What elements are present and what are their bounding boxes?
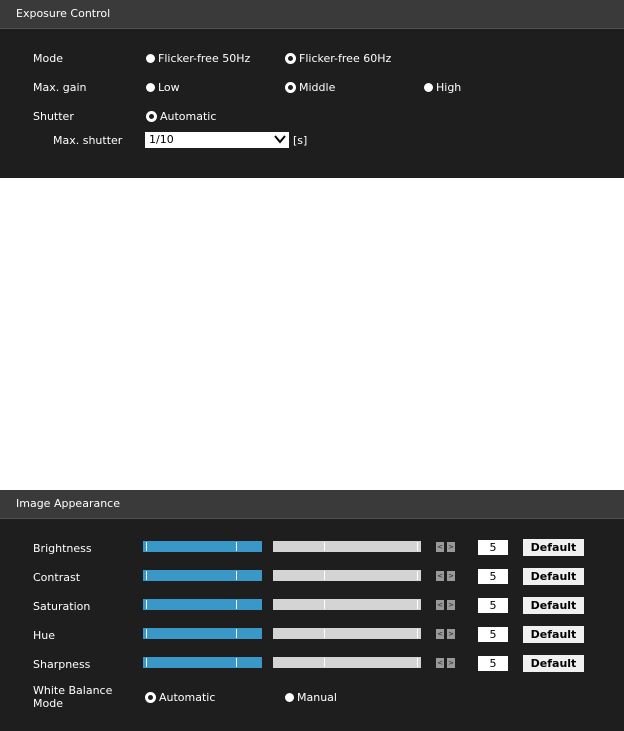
slider-handle[interactable]	[236, 542, 237, 551]
slider-tick	[324, 658, 325, 667]
max-shutter-value: 1/10	[149, 133, 174, 146]
mode-50hz-radio[interactable]: Flicker-free 50Hz	[146, 52, 250, 65]
white-balance-label-line2: Mode	[33, 697, 63, 710]
radio-icon	[146, 83, 155, 92]
brightness-value-field[interactable]: 5	[478, 540, 508, 555]
shutter-label: Shutter	[33, 110, 74, 123]
slider-tick	[324, 542, 325, 551]
exposure-control-panel: Exposure Control Mode Flicker-free 50Hz …	[0, 0, 624, 178]
sharpness-default-button[interactable]: Default	[523, 655, 584, 672]
slider-tick	[417, 600, 418, 609]
sharpness-value-field[interactable]: 5	[478, 656, 508, 671]
white-balance-automatic-label: Automatic	[159, 691, 216, 704]
hue-default-button[interactable]: Default	[523, 626, 584, 643]
max-shutter-unit: [s]	[293, 134, 308, 147]
max-shutter-label: Max. shutter	[53, 134, 123, 147]
sharpness-slider-track[interactable]	[273, 657, 421, 668]
slider-tick	[417, 629, 418, 638]
sharpness-slider-fill[interactable]	[143, 657, 262, 668]
mode-60hz-label: Flicker-free 60Hz	[299, 52, 392, 65]
contrast-label: Contrast	[33, 571, 81, 584]
brightness-slider-fill[interactable]	[143, 541, 262, 552]
chevron-down-icon	[274, 132, 286, 149]
slider-tick	[417, 571, 418, 580]
exposure-control-title: Exposure Control	[16, 7, 111, 20]
sharpness-decrement-button[interactable]: <	[436, 658, 444, 668]
hue-label: Hue	[33, 629, 56, 642]
contrast-value-field[interactable]: 5	[478, 569, 508, 584]
slider-tick	[324, 600, 325, 609]
shutter-automatic-radio[interactable]: Automatic	[146, 110, 216, 123]
sharpness-label: Sharpness	[33, 658, 91, 671]
radio-selected-icon	[145, 692, 156, 703]
slider-handle[interactable]	[236, 629, 237, 638]
saturation-default-button[interactable]: Default	[523, 597, 584, 614]
slider-handle[interactable]	[236, 571, 237, 580]
white-balance-label-line1: White Balance	[33, 684, 113, 697]
saturation-decrement-button[interactable]: <	[436, 600, 444, 610]
contrast-decrement-button[interactable]: <	[436, 571, 444, 581]
hue-value-field[interactable]: 5	[478, 627, 508, 642]
slider-tick	[146, 571, 147, 580]
radio-selected-icon	[146, 111, 157, 122]
image-appearance-panel: Image Appearance Brightness < > 5 Defaul…	[0, 490, 624, 731]
mode-60hz-radio[interactable]: Flicker-free 60Hz	[285, 52, 391, 65]
saturation-slider-fill[interactable]	[143, 599, 262, 610]
hue-increment-button[interactable]: >	[447, 629, 455, 639]
gain-middle-label: Middle	[299, 81, 336, 94]
saturation-value-field[interactable]: 5	[478, 598, 508, 613]
slider-handle[interactable]	[236, 600, 237, 609]
white-balance-manual-label: Manual	[297, 691, 337, 704]
contrast-slider-fill[interactable]	[143, 570, 262, 581]
image-appearance-title: Image Appearance	[16, 497, 120, 510]
slider-tick	[146, 542, 147, 551]
contrast-default-button[interactable]: Default	[523, 568, 584, 585]
mode-50hz-label: Flicker-free 50Hz	[158, 52, 251, 65]
slider-tick	[417, 658, 418, 667]
radio-icon	[146, 54, 155, 63]
mode-label: Mode	[33, 52, 63, 65]
brightness-increment-button[interactable]: >	[447, 542, 455, 552]
slider-tick	[417, 542, 418, 551]
brightness-default-button[interactable]: Default	[523, 539, 584, 556]
image-appearance-header: Image Appearance	[0, 490, 624, 519]
contrast-increment-button[interactable]: >	[447, 571, 455, 581]
slider-tick	[146, 600, 147, 609]
hue-decrement-button[interactable]: <	[436, 629, 444, 639]
max-gain-label: Max. gain	[33, 81, 87, 94]
saturation-label: Saturation	[33, 600, 91, 613]
gain-middle-radio[interactable]: Middle	[285, 81, 335, 94]
saturation-increment-button[interactable]: >	[447, 600, 455, 610]
brightness-slider-track[interactable]	[273, 541, 421, 552]
radio-selected-icon	[285, 53, 296, 64]
saturation-slider-track[interactable]	[273, 599, 421, 610]
white-balance-automatic-radio[interactable]: Automatic	[145, 691, 215, 704]
gain-low-radio[interactable]: Low	[146, 81, 180, 94]
shutter-automatic-label: Automatic	[160, 110, 217, 123]
slider-tick	[324, 629, 325, 638]
exposure-control-header: Exposure Control	[0, 0, 624, 29]
hue-slider-track[interactable]	[273, 628, 421, 639]
radio-selected-icon	[285, 82, 296, 93]
white-balance-manual-radio[interactable]: Manual	[285, 691, 337, 704]
slider-tick	[146, 658, 147, 667]
gain-low-label: Low	[158, 81, 180, 94]
contrast-slider-track[interactable]	[273, 570, 421, 581]
sharpness-increment-button[interactable]: >	[447, 658, 455, 668]
slider-tick	[146, 629, 147, 638]
radio-icon	[285, 693, 294, 702]
brightness-label: Brightness	[33, 542, 92, 555]
slider-handle[interactable]	[236, 658, 237, 667]
radio-icon	[424, 83, 433, 92]
hue-slider-fill[interactable]	[143, 628, 262, 639]
max-shutter-select[interactable]: 1/10	[145, 132, 289, 148]
gain-high-radio[interactable]: High	[424, 81, 461, 94]
gain-high-label: High	[436, 81, 462, 94]
slider-tick	[324, 571, 325, 580]
brightness-decrement-button[interactable]: <	[436, 542, 444, 552]
